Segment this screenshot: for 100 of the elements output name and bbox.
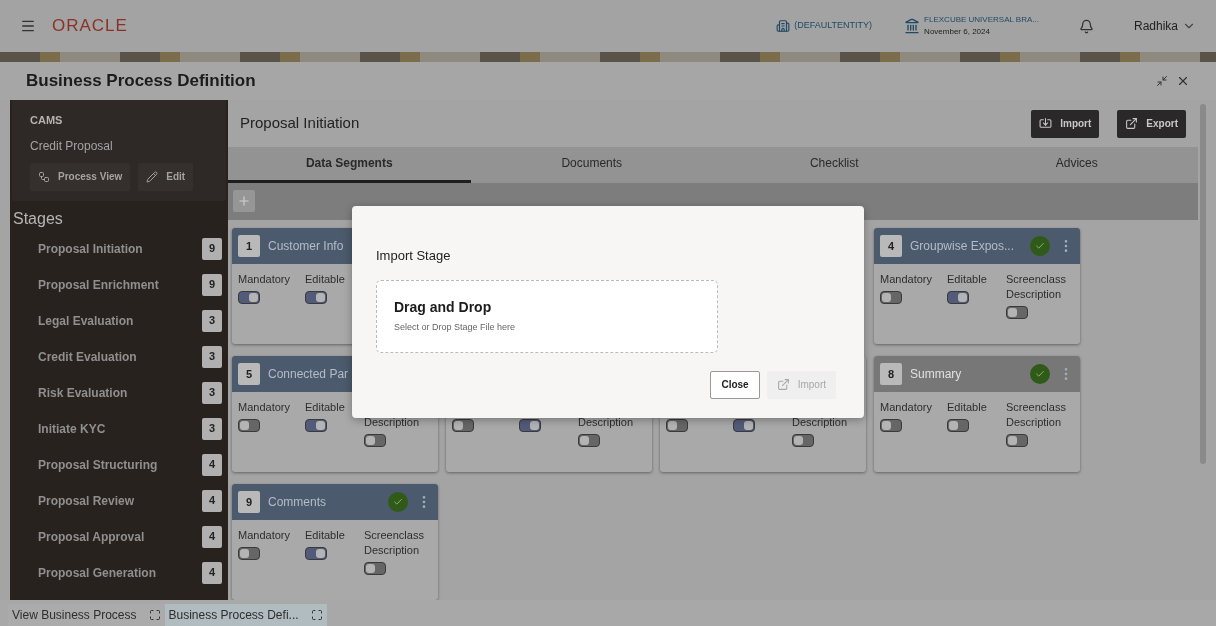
close-button[interactable]: Close: [710, 370, 760, 399]
field-label: Screenclass Description: [1006, 272, 1067, 302]
stage-count: 3: [202, 381, 222, 404]
segment-number: 8: [880, 363, 902, 385]
stage-item[interactable]: Proposal Enrichment 9: [10, 266, 228, 303]
toggle-switch[interactable]: [519, 419, 541, 432]
plus-icon: [237, 194, 251, 209]
logo: ORACLE: [52, 15, 128, 38]
segment-title: Summary: [910, 366, 962, 383]
field-label: Editable: [305, 272, 345, 287]
toggle-switch[interactable]: [305, 547, 327, 560]
toggle-switch[interactable]: [238, 419, 260, 432]
task-tab[interactable]: Business Process Defi...: [164, 604, 327, 626]
stage-count: 9: [202, 273, 222, 296]
drop-zone[interactable]: Drag and Drop Select or Drop Stage File here: [376, 279, 718, 353]
toggle-switch[interactable]: [305, 419, 327, 432]
field-label: Description: [364, 415, 420, 430]
toggle-switch[interactable]: [666, 419, 688, 432]
field-label: Mandatory: [880, 272, 932, 287]
field-label: Mandatory: [238, 400, 290, 415]
edit-button[interactable]: Edit: [138, 162, 194, 191]
tab[interactable]: Checklist: [713, 147, 956, 183]
toggle-switch[interactable]: [452, 419, 474, 432]
stages-heading: Stages: [12, 208, 64, 229]
export-button[interactable]: Export: [1117, 109, 1186, 138]
field-label: Editable: [305, 528, 345, 543]
toggle-switch[interactable]: [947, 291, 969, 304]
toggle-switch[interactable]: [364, 434, 386, 447]
stage-title: Proposal Initiation: [240, 113, 360, 134]
stage-item[interactable]: Legal Evaluation 3: [10, 302, 228, 339]
segment-number: 5: [238, 363, 260, 385]
notification-icon[interactable]: [1078, 18, 1094, 34]
user-name[interactable]: Radhika: [1133, 17, 1178, 35]
toggle-switch[interactable]: [880, 291, 902, 304]
expand-icon[interactable]: [310, 609, 323, 621]
stage-item[interactable]: Proposal Initiation 9: [10, 230, 228, 267]
segment-number: 1: [238, 235, 260, 257]
field-label: Description: [578, 415, 634, 430]
pencil-icon: [146, 170, 159, 183]
entity-label[interactable]: (DEFAULTENTITY): [794, 19, 873, 33]
toggle-switch[interactable]: [792, 434, 814, 447]
dialog-title: Import Stage: [376, 247, 452, 265]
stage-item[interactable]: Credit Evaluation 3: [10, 338, 228, 375]
drop-hint: Select or Drop Stage File here: [394, 321, 517, 335]
process-name: Credit Proposal: [30, 137, 114, 155]
segment-number: 4: [880, 235, 902, 257]
field-label: Editable: [305, 400, 345, 415]
toggle-switch[interactable]: [733, 419, 755, 432]
toggle-switch[interactable]: [947, 419, 969, 432]
segment-title: Customer Info: [268, 238, 344, 255]
field-label: Editable: [947, 272, 987, 287]
process-view-button[interactable]: Process View: [30, 162, 131, 191]
stage-count: 4: [202, 453, 222, 476]
tab[interactable]: Documents: [470, 147, 713, 183]
field-label: Description: [792, 415, 848, 430]
stage-item[interactable]: Initiate KYC 3: [10, 410, 228, 447]
stage-item[interactable]: Proposal Approval 4: [10, 518, 228, 555]
process-view-icon: [38, 170, 50, 183]
field-label: Mandatory: [238, 272, 290, 287]
import-button[interactable]: Import: [1031, 109, 1100, 138]
toggle-switch[interactable]: [305, 291, 327, 304]
stage-count: 9: [202, 237, 222, 260]
stage-item[interactable]: Risk Evaluation 3: [10, 374, 228, 411]
stage-count: 4: [202, 561, 222, 584]
field-label: Mandatory: [880, 400, 932, 415]
toggle-switch[interactable]: [1006, 434, 1028, 447]
stage-item[interactable]: Proposal Generation 4: [10, 554, 228, 591]
segment-number: 9: [238, 491, 260, 513]
stage-item[interactable]: Proposal Review 4: [10, 482, 228, 519]
toggle-switch[interactable]: [1006, 306, 1028, 319]
tab[interactable]: Advices: [955, 147, 1198, 183]
export-icon: [1125, 117, 1139, 131]
segment-title: Comments: [268, 494, 326, 511]
field-label: Editable: [947, 400, 987, 415]
stage-count: 3: [202, 345, 222, 368]
segment-title: Groupwise Expos...: [910, 238, 1015, 255]
import-icon: [1039, 117, 1053, 131]
segment-title: Connected Par: [268, 366, 349, 383]
stage-item[interactable]: Proposal Structuring 4: [10, 446, 228, 483]
stage-count: 4: [202, 525, 222, 548]
stage-count: 3: [202, 417, 222, 440]
window-title: Business Process Definition: [26, 70, 256, 93]
toggle-switch[interactable]: [238, 291, 260, 304]
expand-icon[interactable]: [148, 609, 161, 621]
field-label: Screenclass Description: [1006, 400, 1067, 430]
bank-icon: [904, 18, 921, 34]
toggle-switch[interactable]: [238, 547, 260, 560]
field-label: Mandatory: [238, 528, 290, 543]
toggle-switch[interactable]: [880, 419, 902, 432]
drop-title: Drag and Drop: [394, 298, 493, 318]
close-icon[interactable]: [1176, 74, 1190, 88]
toggle-switch[interactable]: [578, 434, 600, 447]
stage-count: 3: [202, 309, 222, 332]
toggle-switch[interactable]: [364, 562, 386, 575]
import-icon: [776, 378, 790, 391]
product-name: CAMS: [30, 113, 64, 128]
menu-icon[interactable]: [20, 18, 36, 34]
building-icon: [776, 19, 791, 33]
branch-name[interactable]: FLEXCUBE UNIVERSAL BRA...: [924, 14, 1039, 26]
collapse-icon[interactable]: [1156, 75, 1168, 87]
